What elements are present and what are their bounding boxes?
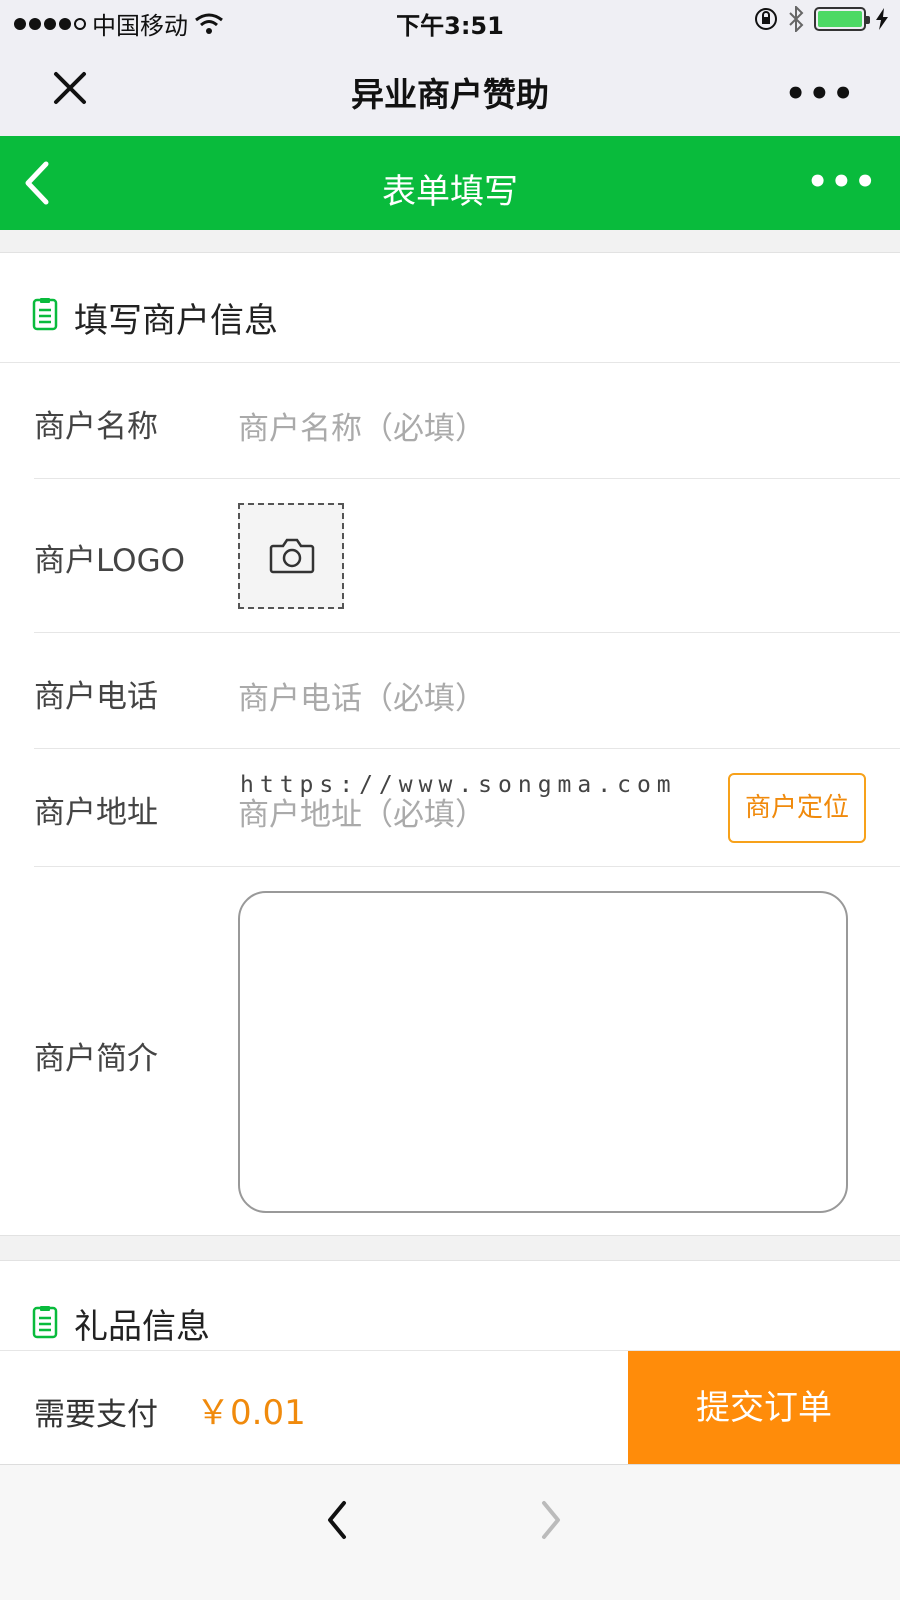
orientation-lock-icon [755,8,777,30]
merchant-address-row: 商户地址 商户地址（必填） 商户定位 [34,749,900,867]
logo-upload-button[interactable] [238,503,344,609]
bluetooth-icon [789,6,804,32]
submit-order-button[interactable]: 提交订单 [628,1351,900,1465]
locate-merchant-button[interactable]: 商户定位 [728,773,866,843]
merchant-phone-input[interactable]: 商户电话（必填） [238,673,486,718]
merchant-phone-label: 商户电话 [34,679,158,715]
watermark-text: https://www.songma.com [240,772,677,798]
status-bar: 中国移动 下午3:51 [0,0,900,44]
merchant-intro-label: 商户简介 [34,1041,158,1077]
merchant-intro-row: 商户简介 [34,867,900,1237]
camera-icon [269,538,315,574]
merchant-address-label: 商户地址 [34,795,158,831]
payment-amount: ￥0.01 [196,1393,306,1433]
gift-info-card: 礼品信息 [0,1260,900,1352]
merchant-name-input[interactable]: 商户名称（必填） [238,403,486,448]
gift-section-title: 礼品信息 [74,1307,210,1347]
form-icon [32,1306,58,1339]
merchant-logo-label: 商户LOGO [34,543,185,579]
wechat-page-title: 异业商户赞助 [351,75,549,114]
form-icon [32,298,58,331]
nav-bar: 表单填写 ••• [0,136,900,230]
nav-more-button[interactable]: ••• [807,162,878,202]
charging-icon [876,8,888,30]
browser-nav-bar [0,1464,900,1600]
merchant-name-row: 商户名称 商户名称（必填） [34,363,900,479]
merchant-name-label: 商户名称 [34,409,158,445]
chevron-right-icon[interactable] [530,1495,570,1545]
status-right [754,6,888,32]
merchant-section-title: 填写商户信息 [74,301,278,341]
chevron-left-icon[interactable] [318,1495,358,1545]
payment-label: 需要支付 [34,1397,158,1433]
nav-title: 表单填写 [382,172,518,212]
merchant-phone-row: 商户电话 商户电话（必填） [34,633,900,749]
more-menu-button[interactable]: ••• [785,74,856,114]
merchant-info-card: 填写商户信息 商户名称 商户名称（必填） 商户LOGO 商户电话 商户电话（必填… [0,252,900,1236]
merchant-logo-row: 商户LOGO [34,479,900,633]
merchant-intro-textarea[interactable] [238,891,848,1213]
merchant-section-header: 填写商户信息 [0,253,900,363]
wechat-title-bar: 异业商户赞助 ••• [0,44,900,136]
payment-bar: 需要支付 ￥0.01 提交订单 [0,1350,900,1465]
battery-icon [814,7,870,31]
